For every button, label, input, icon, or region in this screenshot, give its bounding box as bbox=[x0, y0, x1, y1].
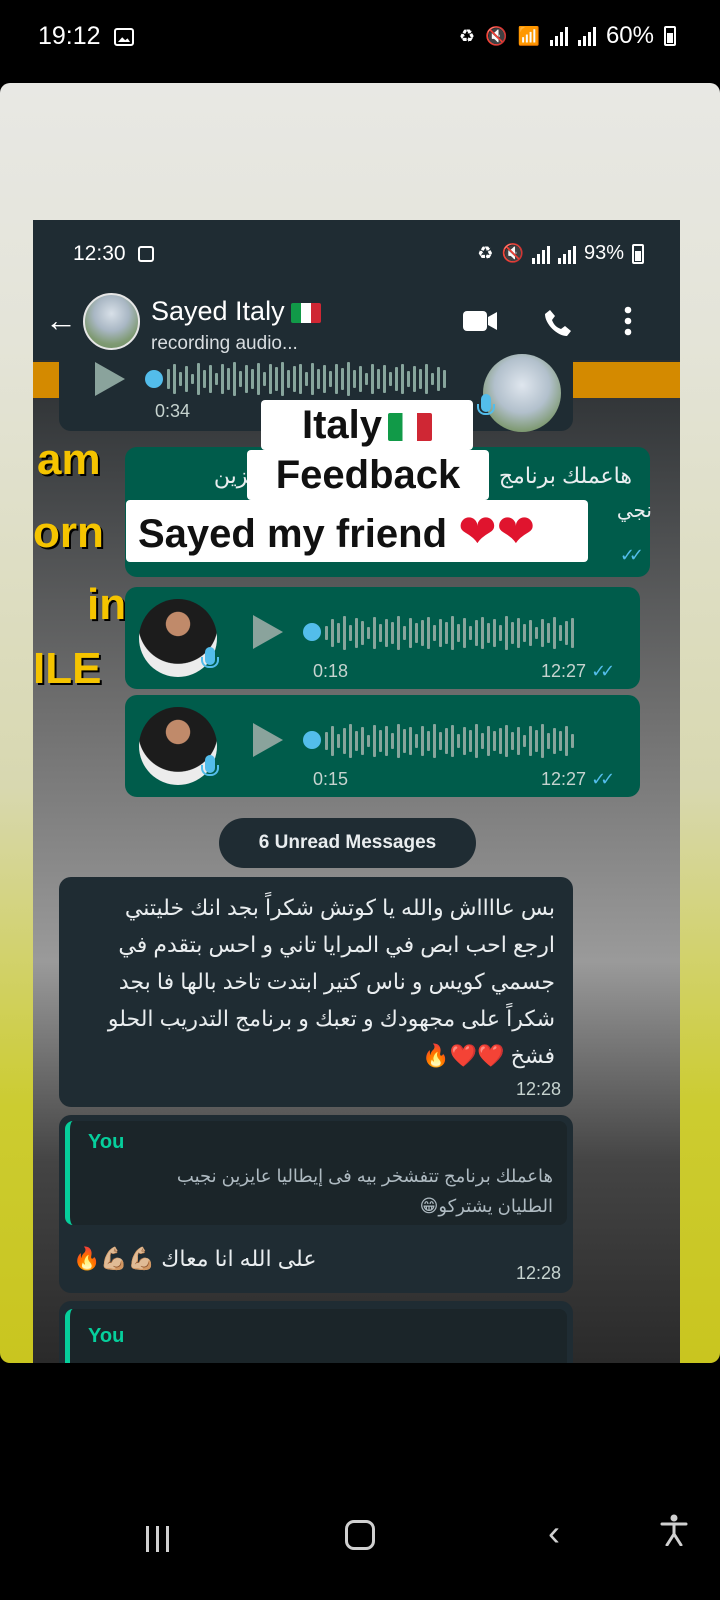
incoming-text-message[interactable]: بس عااااش والله يا كوتش شكراً بجد انك خل… bbox=[59, 877, 573, 1107]
message-text: نجي bbox=[616, 500, 652, 522]
mic-icon bbox=[477, 394, 495, 415]
system-navigation-bar: ‹ bbox=[0, 1490, 720, 1600]
audio-waveform bbox=[325, 615, 574, 651]
voice-message[interactable]: 0:15 12:27 ✓✓ bbox=[125, 695, 640, 797]
message-time: 12:27 ✓✓ bbox=[541, 661, 615, 681]
reply-text: على الله انا معاك 💪🏼💪🏼🔥 bbox=[73, 1246, 317, 1271]
quote-author: You bbox=[88, 1131, 125, 1153]
italy-flag-icon bbox=[388, 413, 433, 442]
accessibility-icon[interactable] bbox=[660, 1514, 688, 1554]
mic-icon bbox=[201, 647, 219, 668]
status-time: 19:12 bbox=[38, 22, 101, 50]
wallpaper-text: in bbox=[87, 580, 127, 629]
battery-percent: 60% bbox=[605, 22, 654, 49]
overlay-caption: Sayed my friend ❤❤ bbox=[126, 500, 588, 562]
playback-position-dot[interactable] bbox=[303, 623, 321, 641]
inner-status-time: 12:30 bbox=[73, 242, 126, 265]
recycle-icon: ♻ bbox=[477, 243, 494, 263]
message-time: 12:27 ✓✓ bbox=[541, 769, 615, 789]
more-options-icon[interactable] bbox=[624, 306, 632, 343]
mute-icon: 🔇 bbox=[501, 243, 524, 263]
video-call-icon[interactable] bbox=[462, 308, 498, 341]
reply-message[interactable]: You bbox=[59, 1301, 573, 1363]
wallpaper-text: orn bbox=[33, 508, 104, 557]
whatsapp-screenshot: am orn in ILE 12:30 ♻ 🔇 93% ← Sayed Ital… bbox=[33, 220, 680, 1363]
contact-name[interactable]: Sayed Italy bbox=[151, 296, 321, 327]
back-button[interactable]: ‹ bbox=[548, 1512, 560, 1554]
voice-message[interactable]: 0:18 12:27 ✓✓ bbox=[125, 587, 640, 689]
mic-icon bbox=[201, 755, 219, 776]
reply-message[interactable]: You هاعملك برنامج تتفشخر بيه فى إيطاليا … bbox=[59, 1115, 573, 1293]
signal-icon bbox=[549, 26, 568, 46]
unread-messages-badge: 6 Unread Messages bbox=[219, 818, 476, 868]
quote-text: الطليان يشتركو😁 bbox=[419, 1196, 553, 1216]
battery-icon bbox=[664, 26, 676, 46]
voice-duration: 0:18 bbox=[313, 661, 349, 681]
wifi-icon: 📶 bbox=[517, 25, 540, 46]
play-icon[interactable] bbox=[253, 723, 283, 757]
recycle-icon: ♻ bbox=[458, 25, 476, 46]
signal-icon-2 bbox=[577, 26, 596, 46]
home-button[interactable] bbox=[345, 1520, 375, 1550]
photo-viewer: am orn in ILE 12:30 ♻ 🔇 93% ← Sayed Ital… bbox=[0, 83, 720, 1363]
hearts-emoji: ❤❤ bbox=[458, 505, 536, 557]
italy-flag-icon bbox=[290, 302, 321, 323]
quote-author: You bbox=[88, 1325, 125, 1347]
message-line: شكراً على مجهودك و تعبك و برنامج التدريب… bbox=[107, 1006, 555, 1031]
voice-duration: 0:15 bbox=[313, 769, 349, 789]
playback-position-dot[interactable] bbox=[303, 731, 321, 749]
back-arrow-icon[interactable]: ← bbox=[45, 304, 77, 336]
message-line: ارجع احب ابص في المرايا تاني و احس بتقدم… bbox=[118, 932, 555, 957]
gallery-notification-icon bbox=[114, 28, 134, 46]
audio-waveform bbox=[167, 361, 446, 397]
signal-icon-2 bbox=[557, 244, 576, 264]
audio-waveform bbox=[325, 723, 574, 759]
overlay-caption: Italy bbox=[261, 400, 473, 450]
inner-battery-percent: 93% bbox=[583, 242, 624, 264]
outer-status-bar: 19:12 ♻ 🔇 📶 60% bbox=[0, 0, 720, 80]
message-time: 12:28 bbox=[515, 1079, 561, 1099]
mute-icon: 🔇 bbox=[485, 25, 508, 46]
battery-icon bbox=[632, 243, 644, 264]
voice-call-icon[interactable] bbox=[543, 308, 573, 345]
message-line: جسمي كويس و ناس كتير ابتدت تاخد بالها فا… bbox=[118, 969, 555, 994]
play-icon[interactable] bbox=[253, 615, 283, 649]
message-line: فشخ ❤️❤️🔥 bbox=[422, 1043, 555, 1068]
sender-avatar bbox=[483, 354, 561, 432]
read-receipt-icon: ✓✓ bbox=[591, 661, 615, 681]
wallpaper-text: ILE bbox=[33, 644, 102, 693]
read-receipt: ✓✓ bbox=[619, 545, 644, 565]
contact-status: recording audio... bbox=[151, 333, 298, 354]
inner-status-icons: ♻ 🔇 93% bbox=[477, 242, 644, 265]
quoted-message[interactable]: You هاعملك برنامج تتفشخر بيه فى إيطاليا … bbox=[65, 1121, 567, 1225]
overlay-caption: Feedback bbox=[247, 450, 489, 500]
playback-position-dot[interactable] bbox=[145, 370, 163, 388]
recent-apps-button[interactable] bbox=[146, 1526, 169, 1552]
voice-duration: 0:34 bbox=[155, 401, 191, 421]
contact-avatar[interactable] bbox=[83, 293, 140, 350]
chat-header: ← Sayed Italy recording audio... bbox=[33, 286, 680, 360]
read-receipt-icon: ✓✓ bbox=[591, 769, 615, 789]
status-icons: ♻ 🔇 📶 60% bbox=[459, 22, 676, 50]
inner-status-bar: 12:30 ♻ 🔇 93% bbox=[33, 220, 680, 286]
quoted-message[interactable]: You bbox=[65, 1309, 567, 1363]
wallpaper-text: am bbox=[37, 435, 101, 484]
notification-icon bbox=[138, 246, 154, 262]
message-line: بس عااااش والله يا كوتش شكراً بجد انك خل… bbox=[124, 895, 555, 920]
message-time: 12:28 bbox=[515, 1263, 561, 1283]
play-icon[interactable] bbox=[95, 362, 125, 396]
signal-icon bbox=[531, 244, 550, 264]
quote-text: هاعملك برنامج تتفشخر بيه فى إيطاليا عايز… bbox=[176, 1166, 553, 1186]
message-text: يزين bbox=[213, 463, 255, 488]
